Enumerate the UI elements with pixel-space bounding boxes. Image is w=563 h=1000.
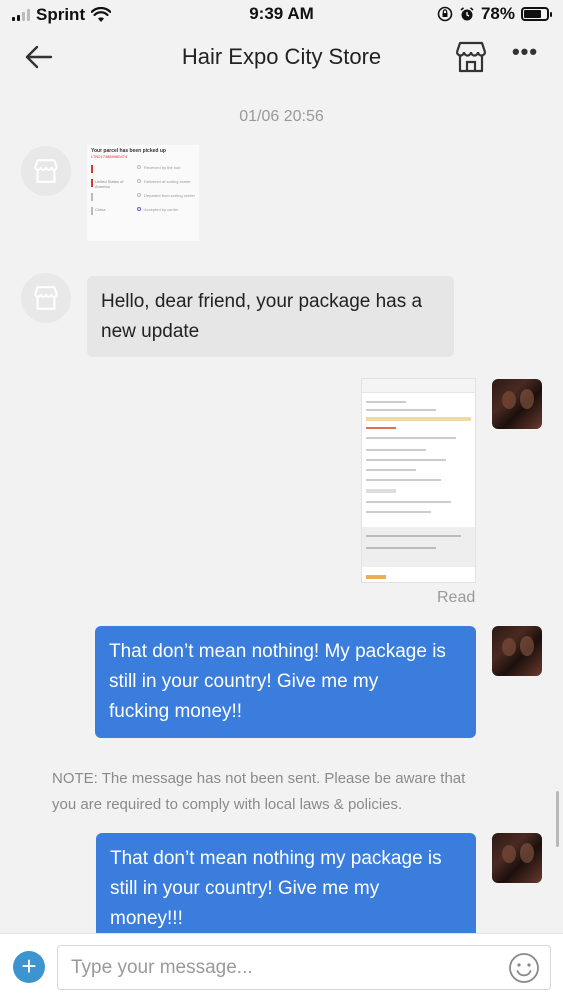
user-avatar[interactable] (492, 626, 542, 676)
tracking-row: Departed from sorting center (91, 193, 195, 201)
battery-icon (521, 7, 552, 21)
tracking-dot-icon (137, 179, 141, 183)
note-line: NOTE: The message has not been sent. Ple… (52, 770, 466, 787)
smiley-icon[interactable] (508, 952, 540, 984)
alarm-icon (460, 7, 474, 21)
store-avatar[interactable] (21, 146, 71, 196)
tracking-dot-icon (137, 207, 141, 211)
tracking-row-right: Delivered at sorting center (144, 179, 191, 184)
user-message-bubble[interactable]: That don’t mean nothing! My package is s… (95, 626, 476, 738)
tracking-dot-icon (137, 193, 141, 197)
tracking-row-right: Accepted by carrier (144, 207, 179, 212)
battery-percent: 78% (480, 4, 515, 23)
read-receipt: Read (437, 589, 476, 606)
note-line: you are required to comply with local la… (52, 796, 403, 813)
tracking-row-right: Departed from sorting center (144, 193, 195, 198)
tracking-row: Received by the hub (91, 165, 195, 173)
image-message-tracking[interactable]: Your parcel has been picked up LTN217388… (87, 145, 199, 241)
status-right: 78% (437, 4, 552, 24)
storefront-icon (34, 286, 58, 310)
message-line: still in your country! Give me my (110, 878, 380, 899)
tracking-row: United States of America Delivered at so… (91, 179, 195, 189)
tracking-dot-icon (137, 165, 141, 169)
screenshot-statusbar (362, 379, 475, 393)
message-line: fucking money!! (109, 701, 243, 722)
image-subtitle: LTN2173889980474 (91, 154, 128, 159)
add-attachment-button[interactable]: + (13, 951, 45, 983)
store-message-bubble[interactable]: Hello, dear friend, your package has a n… (87, 276, 454, 357)
user-avatar[interactable] (492, 833, 542, 883)
message-line: still in your country! Give me my (109, 671, 379, 692)
message-input[interactable] (57, 945, 551, 990)
tracking-row-left: China (91, 207, 137, 215)
message-line: new update (101, 321, 200, 342)
storefront-icon (34, 159, 58, 183)
message-line: Hello, dear friend, your package has a (101, 291, 423, 312)
battery-fill (524, 10, 541, 18)
user-message-bubble[interactable]: That don’t mean nothing my package is st… (96, 833, 476, 945)
message-input-bar: + (0, 933, 563, 1000)
user-avatar[interactable] (492, 379, 542, 429)
tracking-row: China Accepted by carrier (91, 207, 195, 215)
tracking-row-left (91, 193, 137, 201)
orientation-lock-icon (437, 6, 453, 22)
storefront-icon[interactable] (453, 39, 489, 75)
status-bar: Sprint 9:39 AM 78% (0, 0, 563, 30)
more-dots-icon[interactable]: ••• (510, 41, 540, 69)
tracking-row-left (91, 165, 137, 173)
message-line: money!!! (110, 908, 183, 929)
message-line: That don’t mean nothing! My package is (109, 641, 446, 662)
store-avatar[interactable] (21, 273, 71, 323)
scrollbar-thumb[interactable] (556, 791, 559, 847)
unsent-note: NOTE: The message has not been sent. Ple… (52, 766, 532, 818)
image-message-screenshot[interactable] (361, 378, 476, 583)
date-separator: 01/06 20:56 (239, 108, 324, 125)
chat-header: Hair Expo City Store ••• (0, 30, 563, 88)
message-line: That don’t mean nothing my package is (110, 848, 442, 869)
tracking-row-right: Received by the hub (144, 165, 181, 170)
tracking-row-left: United States of America (91, 179, 137, 189)
